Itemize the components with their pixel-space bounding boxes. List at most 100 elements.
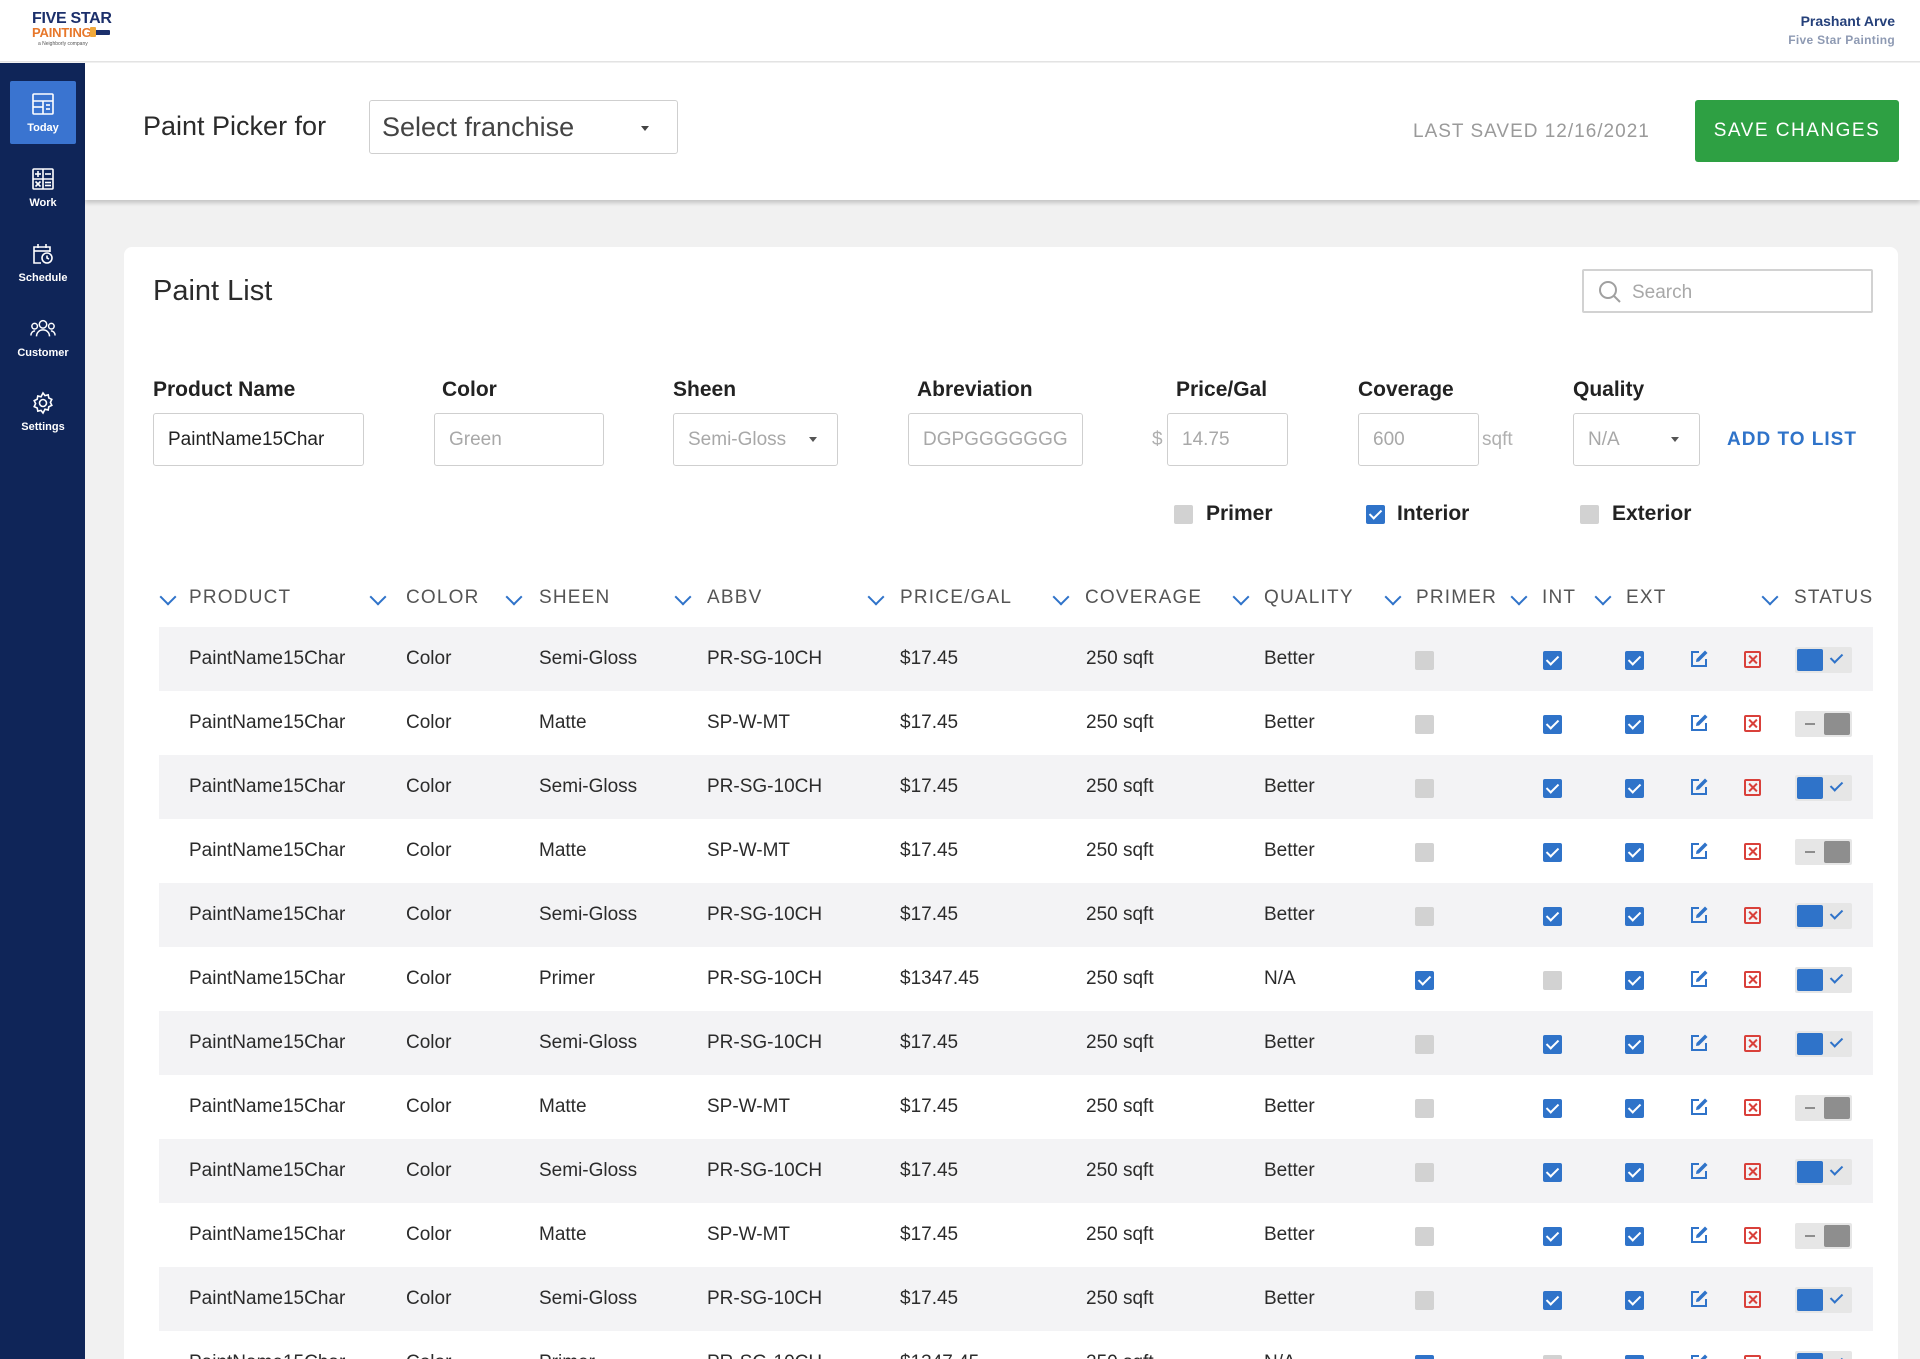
edit-icon[interactable]: [1689, 1097, 1709, 1117]
delete-icon[interactable]: [1744, 1227, 1761, 1244]
product-name-field[interactable]: PaintName15Char: [153, 413, 364, 466]
ext-checkbox[interactable]: [1625, 843, 1644, 862]
interior-checkbox[interactable]: [1366, 505, 1385, 524]
delete-icon[interactable]: [1744, 1163, 1761, 1180]
sidebar-item-today[interactable]: Today: [10, 81, 76, 144]
ext-checkbox[interactable]: [1625, 1355, 1644, 1359]
sort-chevron-icon[interactable]: [1384, 588, 1402, 606]
quality-select[interactable]: N/A: [1573, 413, 1700, 466]
primer-checkbox[interactable]: [1415, 907, 1434, 926]
edit-icon[interactable]: [1689, 649, 1709, 669]
int-checkbox[interactable]: [1543, 1291, 1562, 1310]
delete-icon[interactable]: [1744, 651, 1761, 668]
column-header-coverage[interactable]: COVERAGE: [1085, 587, 1202, 609]
status-toggle[interactable]: [1795, 903, 1852, 929]
ext-checkbox[interactable]: [1625, 1227, 1644, 1246]
column-header-abbv[interactable]: ABBV: [707, 587, 763, 609]
column-header-sheen[interactable]: SHEEN: [539, 587, 610, 609]
edit-icon[interactable]: [1689, 1225, 1709, 1245]
status-toggle[interactable]: [1795, 1159, 1852, 1185]
int-checkbox[interactable]: [1543, 1035, 1562, 1054]
sort-chevron-icon[interactable]: [867, 588, 885, 606]
ext-checkbox[interactable]: [1625, 1163, 1644, 1182]
abbreviation-field[interactable]: DGPGGGGGGG: [908, 413, 1083, 466]
delete-icon[interactable]: [1744, 843, 1761, 860]
primer-checkbox[interactable]: [1415, 1035, 1434, 1054]
delete-icon[interactable]: [1744, 1099, 1761, 1116]
sort-chevron-icon[interactable]: [1594, 588, 1612, 606]
column-header-ext[interactable]: EXT: [1626, 587, 1667, 609]
primer-checkbox[interactable]: [1415, 779, 1434, 798]
status-toggle[interactable]: [1795, 1031, 1852, 1057]
primer-checkbox[interactable]: [1415, 1099, 1434, 1118]
ext-checkbox[interactable]: [1625, 971, 1644, 990]
ext-checkbox[interactable]: [1625, 651, 1644, 670]
status-toggle[interactable]: [1795, 775, 1852, 801]
status-toggle[interactable]: [1795, 711, 1852, 737]
int-checkbox[interactable]: [1543, 1355, 1562, 1359]
edit-icon[interactable]: [1689, 841, 1709, 861]
coverage-field[interactable]: 600: [1358, 413, 1479, 466]
status-toggle[interactable]: [1795, 967, 1852, 993]
edit-icon[interactable]: [1689, 1353, 1709, 1359]
save-changes-button[interactable]: SAVE CHANGES: [1695, 100, 1899, 162]
column-header-price[interactable]: PRICE/GAL: [900, 587, 1012, 609]
ext-checkbox[interactable]: [1625, 1099, 1644, 1118]
primer-checkbox[interactable]: [1174, 505, 1193, 524]
int-checkbox[interactable]: [1543, 779, 1562, 798]
int-checkbox[interactable]: [1543, 715, 1562, 734]
ext-checkbox[interactable]: [1625, 1035, 1644, 1054]
status-toggle[interactable]: [1795, 1223, 1852, 1249]
sort-chevron-icon[interactable]: [1052, 588, 1070, 606]
edit-icon[interactable]: [1689, 905, 1709, 925]
int-checkbox[interactable]: [1543, 1163, 1562, 1182]
price-field[interactable]: 14.75: [1167, 413, 1288, 466]
sort-chevron-icon[interactable]: [505, 588, 523, 606]
sort-chevron-icon[interactable]: [1761, 588, 1779, 606]
edit-icon[interactable]: [1689, 713, 1709, 733]
delete-icon[interactable]: [1744, 1355, 1761, 1359]
delete-icon[interactable]: [1744, 1035, 1761, 1052]
user-menu[interactable]: Prashant Arve Five Star Painting: [1788, 13, 1895, 47]
search-input[interactable]: Search: [1582, 269, 1873, 313]
primer-checkbox[interactable]: [1415, 1291, 1434, 1310]
edit-icon[interactable]: [1689, 1033, 1709, 1053]
status-toggle[interactable]: [1795, 1287, 1852, 1313]
delete-icon[interactable]: [1744, 1291, 1761, 1308]
int-checkbox[interactable]: [1543, 843, 1562, 862]
ext-checkbox[interactable]: [1625, 779, 1644, 798]
color-field[interactable]: Green: [434, 413, 604, 466]
int-checkbox[interactable]: [1543, 907, 1562, 926]
primer-checkbox[interactable]: [1415, 715, 1434, 734]
primer-checkbox[interactable]: [1415, 1163, 1434, 1182]
sheen-select[interactable]: Semi-Gloss: [673, 413, 838, 466]
five-star-painting-logo[interactable]: FIVE STAR PAINTING a Neighborly company: [32, 11, 132, 52]
exterior-checkbox[interactable]: [1580, 505, 1599, 524]
edit-icon[interactable]: [1689, 1289, 1709, 1309]
column-header-status[interactable]: STATUS: [1794, 587, 1873, 609]
primer-checkbox[interactable]: [1415, 843, 1434, 862]
delete-icon[interactable]: [1744, 971, 1761, 988]
int-checkbox[interactable]: [1543, 1099, 1562, 1118]
primer-checkbox[interactable]: [1415, 1355, 1434, 1359]
franchise-select[interactable]: Select franchise: [369, 100, 678, 154]
edit-icon[interactable]: [1689, 1161, 1709, 1181]
sidebar-item-work[interactable]: Work: [10, 156, 76, 219]
int-checkbox[interactable]: [1543, 651, 1562, 670]
status-toggle[interactable]: [1795, 1095, 1852, 1121]
sort-chevron-icon[interactable]: [1232, 588, 1250, 606]
edit-icon[interactable]: [1689, 969, 1709, 989]
add-to-list-button[interactable]: ADD TO LIST: [1727, 429, 1857, 451]
int-checkbox[interactable]: [1543, 1227, 1562, 1246]
column-header-int[interactable]: INT: [1542, 587, 1576, 609]
column-header-color[interactable]: COLOR: [406, 587, 480, 609]
edit-icon[interactable]: [1689, 777, 1709, 797]
delete-icon[interactable]: [1744, 715, 1761, 732]
primer-checkbox[interactable]: [1415, 971, 1434, 990]
status-toggle[interactable]: [1795, 839, 1852, 865]
sort-chevron-icon[interactable]: [159, 588, 177, 606]
status-toggle[interactable]: [1795, 1351, 1852, 1359]
sidebar-item-settings[interactable]: Settings: [10, 380, 76, 443]
sort-chevron-icon[interactable]: [1510, 588, 1528, 606]
primer-checkbox[interactable]: [1415, 651, 1434, 670]
